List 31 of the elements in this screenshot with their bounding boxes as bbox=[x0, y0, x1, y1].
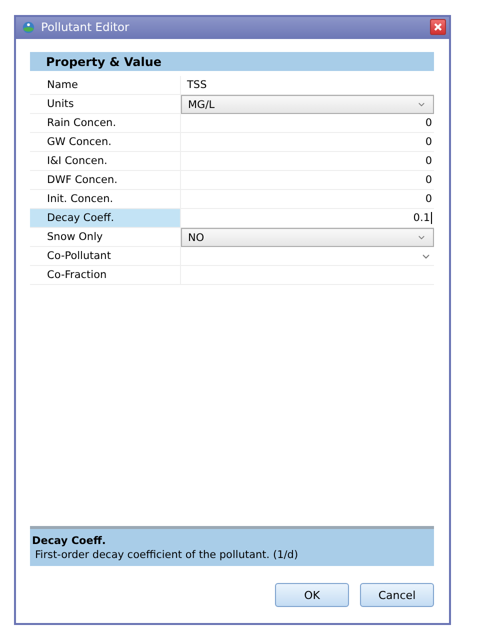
value-field[interactable]: TSS bbox=[181, 76, 434, 94]
value-field[interactable]: 0 bbox=[181, 171, 434, 189]
header-text: Property & Value bbox=[46, 54, 162, 68]
property-label[interactable]: Name bbox=[30, 76, 181, 94]
dropdown[interactable]: NO bbox=[181, 228, 434, 247]
description-text: First-order decay coefficient of the pollutant. (1/d) bbox=[34, 548, 300, 560]
description-title: Decay Coeff. bbox=[32, 534, 107, 546]
property-label[interactable]: Co-Fraction bbox=[30, 266, 181, 284]
text-cursor bbox=[431, 212, 432, 224]
value-field[interactable]: 0 bbox=[181, 152, 434, 170]
window-title: Pollutant Editor bbox=[41, 20, 130, 34]
property-label[interactable]: Init. Concen. bbox=[30, 190, 181, 208]
dropdown[interactable]: MG/L bbox=[181, 95, 434, 114]
value-field[interactable]: 0 bbox=[181, 114, 434, 132]
chevron-icon bbox=[418, 235, 425, 240]
ok-button[interactable]: OK bbox=[275, 583, 349, 607]
value-field[interactable]: 0 bbox=[181, 190, 434, 208]
property-label[interactable]: GW Concen. bbox=[30, 133, 181, 151]
close-button[interactable] bbox=[430, 19, 446, 35]
property-label[interactable]: Rain Concen. bbox=[30, 114, 181, 132]
chevron-icon bbox=[422, 254, 430, 258]
property-label[interactable]: Decay Coeff. bbox=[30, 209, 181, 227]
value-field[interactable]: 0.1 bbox=[181, 209, 434, 227]
app-icon bbox=[22, 20, 35, 34]
property-label[interactable]: DWF Concen. bbox=[30, 171, 181, 189]
property-label[interactable]: I&I Concen. bbox=[30, 152, 181, 170]
chevron-icon bbox=[418, 102, 425, 107]
cancel-button[interactable]: Cancel bbox=[360, 583, 434, 607]
property-label[interactable]: Co-Pollutant bbox=[30, 247, 181, 265]
close-icon bbox=[433, 22, 443, 32]
value-field[interactable]: 0 bbox=[181, 133, 434, 151]
